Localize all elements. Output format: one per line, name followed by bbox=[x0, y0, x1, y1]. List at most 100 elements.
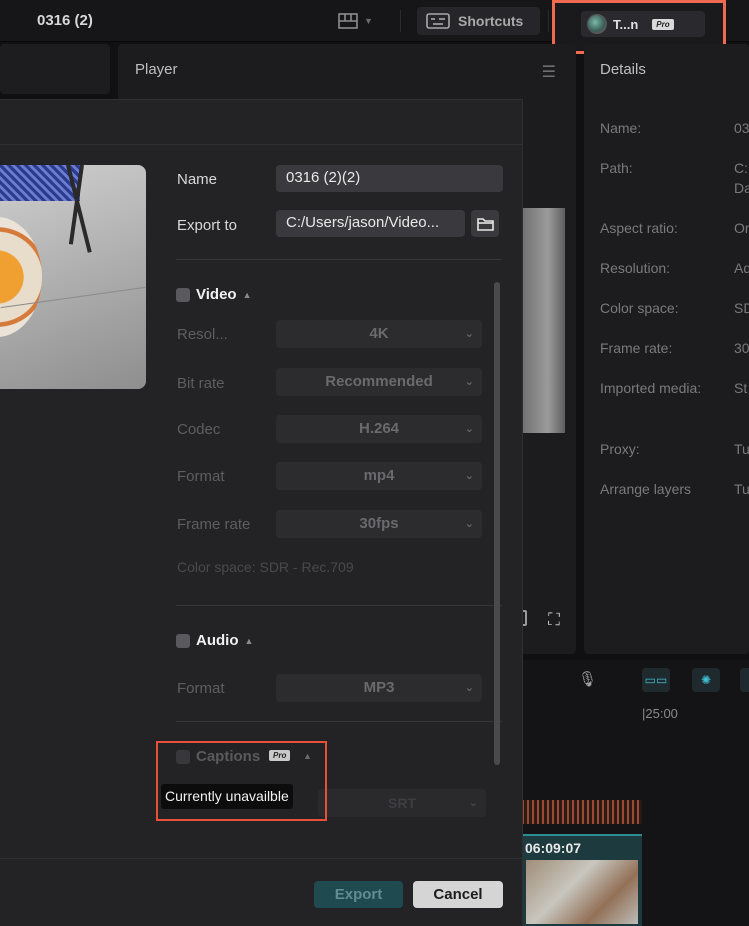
divider bbox=[176, 605, 502, 606]
details-value: St bbox=[734, 380, 748, 396]
layout-button[interactable]: ▼ bbox=[338, 10, 382, 32]
divider bbox=[176, 721, 502, 722]
bitrate-label: Bit rate bbox=[177, 375, 225, 392]
audio-format-value: MP3 bbox=[363, 679, 395, 696]
framerate-select[interactable]: 30fps ⌄ bbox=[276, 510, 482, 538]
details-value: C: bbox=[734, 160, 748, 176]
details-label: Resolution: bbox=[600, 260, 671, 276]
framerate-label: Frame rate bbox=[177, 516, 251, 533]
details-value: SD bbox=[734, 300, 749, 316]
audio-format-select[interactable]: MP3 ⌄ bbox=[276, 674, 482, 702]
chevron-down-icon: ⌄ bbox=[464, 470, 474, 482]
details-title: Details bbox=[600, 61, 646, 78]
chevron-down-icon: ⌄ bbox=[468, 797, 478, 809]
cancel-button[interactable]: Cancel bbox=[413, 881, 503, 908]
format-label: Format bbox=[177, 468, 225, 485]
user-account-button[interactable]: T...n Pro bbox=[581, 11, 705, 37]
divider bbox=[0, 144, 523, 145]
divider bbox=[0, 858, 523, 859]
audio-section-header[interactable]: Audio ▲ bbox=[176, 632, 253, 649]
divider bbox=[548, 10, 549, 32]
framerate-value: 30fps bbox=[359, 515, 399, 532]
details-value: Ad bbox=[734, 260, 749, 276]
dialog-scrollbar[interactable] bbox=[494, 282, 500, 765]
chevron-up-icon[interactable]: ▲ bbox=[243, 290, 252, 300]
timeline-clip[interactable]: 06:09:07 bbox=[522, 834, 642, 926]
link-clips-button[interactable]: ▭▭ bbox=[642, 668, 670, 692]
details-label: Proxy: bbox=[600, 441, 640, 457]
captions-format-value: SRT bbox=[388, 795, 416, 811]
browse-folder-button[interactable] bbox=[471, 210, 499, 237]
preview-axis-button[interactable] bbox=[740, 668, 749, 692]
video-section-header[interactable]: Video ▲ bbox=[176, 286, 252, 303]
audio-waveform bbox=[522, 800, 642, 824]
clip-duration: 06:09:07 bbox=[525, 840, 582, 856]
divider bbox=[400, 10, 401, 32]
export-dialog: Name 0316 (2)(2) Export to C:/Users/jaso… bbox=[0, 99, 523, 926]
details-value: Da bbox=[734, 180, 749, 196]
preview-detail bbox=[0, 217, 42, 337]
resolution-select[interactable]: 4K ⌄ bbox=[276, 320, 482, 348]
resolution-value: 4K bbox=[369, 325, 389, 342]
shortcuts-button[interactable]: Shortcuts bbox=[417, 7, 540, 35]
details-label: Imported media: bbox=[600, 380, 702, 396]
clip-thumbnail bbox=[526, 860, 638, 924]
export-to-label: Export to bbox=[177, 217, 238, 234]
export-path-input[interactable]: C:/Users/jason/Video... bbox=[276, 210, 465, 237]
microphone-icon[interactable]: 🎙 bbox=[578, 670, 597, 688]
video-format-select[interactable]: mp4 ⌄ bbox=[276, 462, 482, 490]
details-label: Path: bbox=[600, 160, 633, 176]
folder-icon bbox=[476, 217, 494, 231]
color-space-note: Color space: SDR - Rec.709 bbox=[177, 559, 354, 575]
avatar bbox=[587, 14, 607, 34]
chevron-down-icon: ⌄ bbox=[464, 423, 474, 435]
details-label: Name: bbox=[600, 120, 642, 136]
details-value: 30 bbox=[734, 340, 749, 356]
layout-icon bbox=[338, 13, 358, 29]
details-label: Arrange layers bbox=[600, 481, 692, 497]
user-name: T...n bbox=[613, 16, 639, 32]
captions-format-select[interactable]: SRT ⌄ bbox=[318, 789, 486, 817]
video-format-value: mp4 bbox=[363, 467, 395, 484]
snap-icon: ✺ bbox=[700, 673, 712, 687]
snap-button[interactable]: ✺ bbox=[692, 668, 720, 692]
chevron-up-icon[interactable]: ▲ bbox=[245, 636, 254, 646]
media-panel bbox=[0, 44, 110, 94]
codec-select[interactable]: H.264 ⌄ bbox=[276, 415, 482, 443]
details-value: Tu bbox=[734, 441, 749, 457]
details-value: Tu bbox=[734, 481, 749, 497]
pro-badge: Pro bbox=[652, 18, 674, 30]
name-input[interactable]: 0316 (2)(2) bbox=[276, 165, 503, 192]
details-panel: Details Name: 03 Path: C: Da Aspect rati… bbox=[584, 44, 749, 654]
shortcuts-label: Shortcuts bbox=[458, 13, 524, 29]
video-checkbox[interactable] bbox=[176, 287, 190, 302]
chevron-down-icon: ▼ bbox=[364, 16, 373, 26]
chevron-down-icon: ⌄ bbox=[464, 376, 474, 388]
divider bbox=[176, 259, 502, 260]
timeline-time-marker: |25:00 bbox=[642, 706, 678, 721]
menu-icon[interactable]: ☰ bbox=[542, 62, 556, 82]
top-bar: 0316 (2) ▼ Shortcuts T...n Pro bbox=[0, 0, 749, 54]
project-title: 0316 (2) bbox=[37, 12, 93, 29]
details-value: 03 bbox=[734, 120, 749, 136]
fullscreen-icon[interactable]: ⛶ bbox=[548, 610, 560, 630]
details-value: Or bbox=[734, 220, 749, 236]
captions-highlight bbox=[156, 741, 327, 821]
link-icon: ▭▭ bbox=[644, 673, 668, 687]
export-preview-thumbnail bbox=[0, 165, 146, 389]
bitrate-value: Recommended bbox=[325, 373, 433, 390]
resolution-label: Resol... bbox=[177, 326, 228, 343]
export-button[interactable]: Export bbox=[314, 881, 403, 908]
timeline-panel: 🎙 ▭▭ ✺ |25:00 06:09:07 bbox=[522, 660, 749, 926]
audio-format-label: Format bbox=[177, 680, 225, 697]
bitrate-select[interactable]: Recommended ⌄ bbox=[276, 368, 482, 396]
chevron-down-icon: ⌄ bbox=[464, 328, 474, 340]
audio-section-title: Audio bbox=[196, 632, 239, 649]
player-title: Player bbox=[135, 61, 178, 78]
audio-checkbox[interactable] bbox=[176, 633, 190, 648]
codec-label: Codec bbox=[177, 421, 221, 438]
chevron-down-icon: ⌄ bbox=[464, 518, 474, 530]
keyboard-icon bbox=[426, 13, 450, 29]
chevron-down-icon: ⌄ bbox=[464, 682, 474, 694]
details-label: Aspect ratio: bbox=[600, 220, 678, 236]
